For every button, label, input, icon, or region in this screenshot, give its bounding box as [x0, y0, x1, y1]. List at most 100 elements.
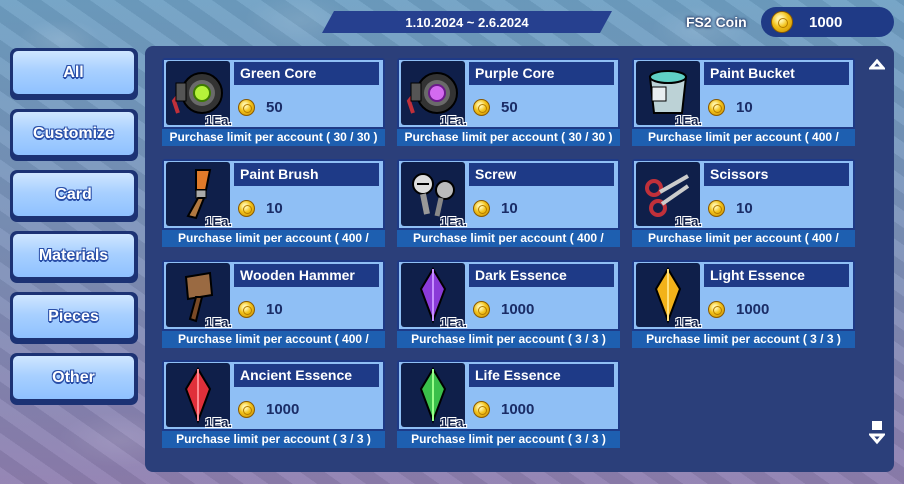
shop-item-card[interactable]: 1Ea. Wooden Hammer 10 Purchase limit per ac… — [162, 260, 385, 348]
category-label: Pieces — [13, 295, 134, 338]
item-quantity: 1Ea. — [440, 214, 467, 229]
item-quantity: 1Ea. — [205, 315, 232, 330]
item-quantity: 1Ea. — [675, 315, 702, 330]
item-image: 1Ea. — [401, 363, 467, 430]
shop-item-card[interactable]: 1Ea. Purple Core 50 Purchase limit per acco… — [397, 58, 620, 146]
item-price-value: 1000 — [501, 301, 535, 318]
item-price: 10 — [708, 99, 753, 116]
category-sidebar: All Customize Card Materials Pieces Othe… — [10, 48, 138, 414]
coin-icon — [708, 301, 725, 318]
purchase-limit: Purchase limit per account ( 400 / — [397, 230, 620, 247]
item-price: 10 — [708, 200, 753, 217]
category-label: Materials — [13, 234, 134, 277]
item-image: 1Ea. — [166, 263, 232, 330]
purchase-limit: Purchase limit per account ( 30 / 30 ) — [397, 129, 620, 146]
coin-icon — [473, 401, 490, 418]
item-image: 1Ea. — [166, 61, 232, 128]
purchase-limit: Purchase limit per account ( 400 / — [162, 230, 385, 247]
coin-icon — [238, 200, 255, 217]
category-card-button[interactable]: Card — [10, 170, 138, 222]
item-price: 10 — [473, 200, 518, 217]
shop-item-card[interactable]: 1Ea. Green Core 50 Purchase limit per accou… — [162, 58, 385, 146]
item-quantity: 1Ea. — [205, 113, 232, 128]
item-name: Screw — [469, 163, 614, 186]
coin-icon — [473, 301, 490, 318]
item-price-value: 10 — [266, 200, 283, 217]
purchase-limit: Purchase limit per account ( 400 / — [632, 129, 855, 146]
shop-item-card[interactable]: 1Ea. Paint Bucket 10 Purchase limit per acc… — [632, 58, 855, 146]
item-quantity: 1Ea. — [675, 113, 702, 128]
purchase-limit: Purchase limit per account ( 400 / — [162, 331, 385, 348]
item-quantity: 1Ea. — [440, 113, 467, 128]
scroll-down-icon[interactable] — [869, 419, 885, 445]
category-materials-button[interactable]: Materials — [10, 231, 138, 283]
category-pieces-button[interactable]: Pieces — [10, 292, 138, 344]
item-name: Green Core — [234, 62, 379, 85]
purchase-limit: Purchase limit per account ( 400 / — [632, 230, 855, 247]
shop-item-card[interactable]: 1Ea. Life Essence 1000 Purchase limit per a… — [397, 360, 620, 448]
coin-icon — [238, 99, 255, 116]
item-price: 1000 — [473, 301, 534, 318]
coin-amount: 1000 — [809, 13, 843, 31]
coin-label: FS2 Coin — [686, 14, 747, 30]
category-label: Card — [13, 173, 134, 216]
item-quantity: 1Ea. — [205, 415, 232, 430]
coin-icon — [238, 301, 255, 318]
item-price-value: 10 — [501, 200, 518, 217]
item-price-value: 1000 — [266, 401, 300, 418]
purchase-limit: Purchase limit per account ( 3 / 3 ) — [397, 431, 620, 448]
item-price: 1000 — [238, 401, 299, 418]
item-price: 10 — [238, 301, 283, 318]
item-price-value: 10 — [736, 200, 753, 217]
item-price-value: 1000 — [736, 301, 770, 318]
item-price-value: 50 — [501, 99, 518, 116]
shop-item-card[interactable]: 1Ea. Screw 10 Purchase limit per account ( … — [397, 159, 620, 247]
date-range-text: 1.10.2024 ~ 2.6.2024 — [405, 14, 529, 30]
item-name: Scissors — [704, 163, 849, 186]
item-price: 50 — [473, 99, 518, 116]
item-name: Paint Bucket — [704, 62, 849, 85]
item-name: Wooden Hammer — [234, 264, 379, 287]
shop-item-card[interactable]: 1Ea. Paint Brush 10 Purchase limit per acco… — [162, 159, 385, 247]
item-price-value: 10 — [736, 99, 753, 116]
item-name: Light Essence — [704, 264, 849, 287]
item-quantity: 1Ea. — [205, 214, 232, 229]
coin-icon — [238, 401, 255, 418]
purchase-limit: Purchase limit per account ( 3 / 3 ) — [632, 331, 855, 348]
item-image: 1Ea. — [636, 162, 702, 229]
category-all-button[interactable]: All — [10, 48, 138, 100]
category-label: Customize — [13, 112, 134, 155]
item-image: 1Ea. — [636, 61, 702, 128]
purchase-limit: Purchase limit per account ( 3 / 3 ) — [397, 331, 620, 348]
shop-item-card[interactable]: 1Ea. Dark Essence 1000 Purchase limit per a… — [397, 260, 620, 348]
item-image: 1Ea. — [636, 263, 702, 330]
shop-item-card[interactable]: 1Ea. Scissors 10 Purchase limit per account… — [632, 159, 855, 247]
coin-icon — [771, 11, 793, 33]
item-image: 1Ea. — [166, 363, 232, 430]
date-range-banner: 1.10.2024 ~ 2.6.2024 — [322, 11, 612, 33]
item-image: 1Ea. — [401, 162, 467, 229]
category-customize-button[interactable]: Customize — [10, 109, 138, 161]
category-label: Other — [13, 356, 134, 399]
item-name: Life Essence — [469, 364, 614, 387]
purchase-limit: Purchase limit per account ( 3 / 3 ) — [162, 431, 385, 448]
coin-icon — [473, 200, 490, 217]
item-price-value: 1000 — [501, 401, 535, 418]
item-name: Paint Brush — [234, 163, 379, 186]
category-other-button[interactable]: Other — [10, 353, 138, 405]
coin-icon — [708, 200, 725, 217]
item-price-value: 10 — [266, 301, 283, 318]
item-price: 1000 — [708, 301, 769, 318]
item-quantity: 1Ea. — [440, 315, 467, 330]
item-image: 1Ea. — [166, 162, 232, 229]
item-name: Dark Essence — [469, 264, 614, 287]
item-price: 1000 — [473, 401, 534, 418]
item-name: Ancient Essence — [234, 364, 379, 387]
scroll-up-icon[interactable] — [869, 58, 885, 70]
item-image: 1Ea. — [401, 263, 467, 330]
shop-item-card[interactable]: 1Ea. Light Essence 1000 Purchase limit per … — [632, 260, 855, 348]
purchase-limit: Purchase limit per account ( 30 / 30 ) — [162, 129, 385, 146]
item-name: Purple Core — [469, 62, 614, 85]
item-quantity: 1Ea. — [440, 415, 467, 430]
shop-item-card[interactable]: 1Ea. Ancient Essence 1000 Purchase limit pe… — [162, 360, 385, 448]
